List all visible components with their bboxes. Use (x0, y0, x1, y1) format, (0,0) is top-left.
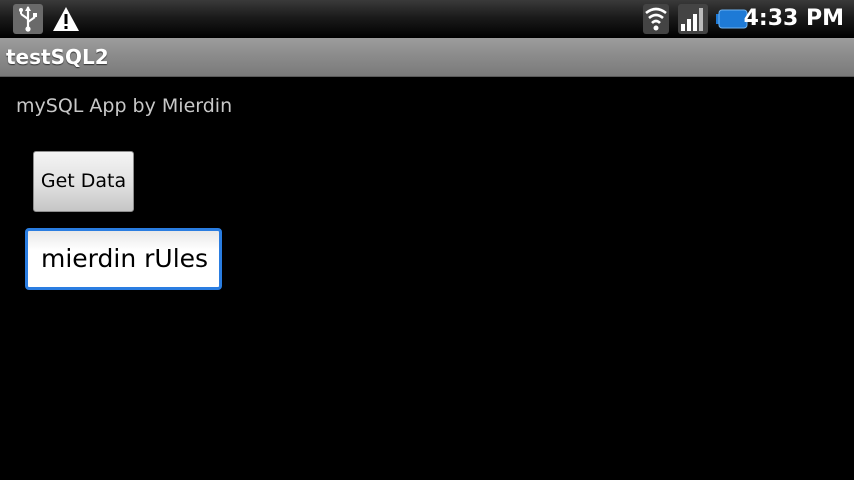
wifi-icon (643, 4, 669, 34)
usb-icon (13, 4, 43, 34)
app-subtitle: mySQL App by Mierdin (16, 95, 233, 117)
title-bar: testSQL2 (0, 38, 854, 77)
get-data-button[interactable]: Get Data (33, 151, 134, 212)
status-bar: 4:33 PM (0, 0, 854, 38)
app-title: testSQL2 (6, 45, 109, 69)
signal-icon (678, 4, 708, 34)
status-clock: 4:33 PM (743, 6, 844, 31)
text-input-field[interactable]: mierdin rUles (25, 228, 222, 290)
warning-icon (53, 7, 79, 31)
